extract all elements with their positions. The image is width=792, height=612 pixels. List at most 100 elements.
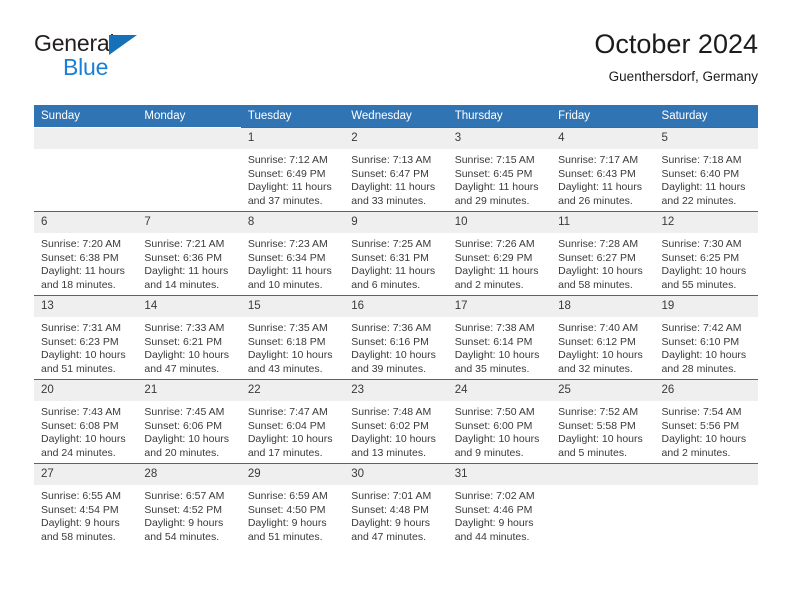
- day-number: 19: [654, 296, 758, 317]
- day-number: 28: [137, 464, 241, 485]
- calendar-empty-cell: [34, 127, 138, 212]
- day-details: Sunrise: 7:01 AM Sunset: 4:48 PM Daylight:…: [344, 485, 447, 544]
- sunrise-text: Sunrise: 7:02 AM: [454, 490, 535, 502]
- sunset-text: Sunset: 6:10 PM: [661, 335, 740, 348]
- sunrise-text: Sunrise: 7:17 AM: [558, 154, 639, 166]
- calendar-day-cell[interactable]: 15 Sunrise: 7:35 AM Sunset: 6:18 PM Dayligh…: [240, 295, 345, 380]
- sunrise-text: Sunrise: 7:31 AM: [41, 322, 121, 334]
- daylight-text-line1: Daylight: 11 hours: [558, 181, 642, 194]
- sunset-text: Sunset: 6:18 PM: [247, 335, 326, 348]
- calendar-day-cell[interactable]: 1 Sunrise: 7:12 AM Sunset: 6:49 PM Daylight…: [240, 127, 345, 212]
- sunrise-text: Sunrise: 7:12 AM: [247, 154, 328, 166]
- day-number: 13: [34, 296, 138, 317]
- daylight-text-line2: and 39 minutes.: [351, 362, 426, 375]
- sunrise-text: Sunrise: 6:55 AM: [41, 490, 121, 502]
- day-number: 14: [137, 296, 241, 317]
- calendar-day-cell[interactable]: 14 Sunrise: 7:33 AM Sunset: 6:21 PM Dayligh…: [137, 295, 241, 380]
- calendar-day-cell[interactable]: 23 Sunrise: 7:48 AM Sunset: 6:02 PM Dayligh…: [344, 379, 448, 464]
- logo-triangle-icon: [109, 35, 137, 55]
- calendar-week-row: 20 Sunrise: 7:43 AM Sunset: 6:08 PM Dayligh…: [34, 379, 758, 464]
- sunrise-text: Sunrise: 7:23 AM: [247, 238, 328, 250]
- calendar-day-cell[interactable]: 17 Sunrise: 7:38 AM Sunset: 6:14 PM Dayligh…: [447, 295, 552, 380]
- daylight-text-line1: Daylight: 10 hours: [661, 349, 747, 362]
- calendar-day-cell[interactable]: 12 Sunrise: 7:30 AM Sunset: 6:25 PM Dayligh…: [654, 211, 758, 296]
- calendar-day-cell[interactable]: 26 Sunrise: 7:54 AM Sunset: 5:56 PM Dayligh…: [654, 379, 758, 464]
- calendar-day-cell[interactable]: 5 Sunrise: 7:18 AM Sunset: 6:40 PM Daylight…: [654, 127, 758, 212]
- calendar-day-cell[interactable]: 9 Sunrise: 7:25 AM Sunset: 6:31 PM Daylight…: [344, 211, 448, 296]
- calendar-day-cell[interactable]: 2 Sunrise: 7:13 AM Sunset: 6:47 PM Daylight…: [344, 127, 448, 212]
- sunrise-text: Sunrise: 7:48 AM: [351, 406, 432, 418]
- sunset-text: Sunset: 6:08 PM: [41, 419, 119, 432]
- sunrise-text: Sunrise: 7:28 AM: [558, 238, 639, 250]
- page-header: General Blue October 2024 Guenthersdorf,…: [34, 28, 758, 98]
- calendar-day-cell[interactable]: 18 Sunrise: 7:40 AM Sunset: 6:12 PM Dayligh…: [551, 295, 655, 380]
- daylight-text-line2: and 10 minutes.: [247, 278, 323, 291]
- calendar-day-cell[interactable]: 20 Sunrise: 7:43 AM Sunset: 6:08 PM Dayligh…: [34, 379, 138, 464]
- daylight-text-line2: and 22 minutes.: [661, 194, 737, 207]
- daylight-text-line2: and 47 minutes.: [351, 530, 426, 543]
- daylight-text-line1: Daylight: 9 hours: [41, 517, 120, 530]
- calendar-day-cell[interactable]: 13 Sunrise: 7:31 AM Sunset: 6:23 PM Dayligh…: [34, 295, 138, 380]
- day-details: Sunrise: 7:02 AM Sunset: 4:46 PM Daylight:…: [448, 485, 551, 544]
- day-number: [34, 128, 138, 149]
- calendar-day-cell[interactable]: 3 Sunrise: 7:15 AM Sunset: 6:45 PM Daylight…: [447, 127, 552, 212]
- day-details: Sunrise: 7:43 AM Sunset: 6:08 PM Daylight:…: [34, 401, 137, 460]
- daylight-text-line1: Daylight: 11 hours: [247, 265, 332, 278]
- day-number: 23: [344, 380, 448, 401]
- calendar-day-cell[interactable]: 22 Sunrise: 7:47 AM Sunset: 6:04 PM Dayligh…: [240, 379, 345, 464]
- sunrise-text: Sunrise: 6:57 AM: [144, 490, 225, 502]
- sunset-text: Sunset: 6:06 PM: [144, 419, 223, 432]
- day-number: 10: [447, 212, 552, 233]
- calendar-day-cell[interactable]: 25 Sunrise: 7:52 AM Sunset: 5:58 PM Dayligh…: [551, 379, 655, 464]
- calendar-day-cell[interactable]: 31 Sunrise: 7:02 AM Sunset: 4:46 PM Dayligh…: [447, 463, 552, 547]
- daylight-text-line2: and 6 minutes.: [351, 278, 421, 291]
- daylight-text-line1: Daylight: 10 hours: [351, 433, 436, 446]
- calendar-day-cell[interactable]: 4 Sunrise: 7:17 AM Sunset: 6:43 PM Daylight…: [551, 127, 655, 212]
- day-details: Sunrise: 6:57 AM Sunset: 4:52 PM Daylight:…: [137, 485, 240, 544]
- sunrise-text: Sunrise: 6:59 AM: [247, 490, 328, 502]
- sunset-text: Sunset: 6:02 PM: [351, 419, 429, 432]
- day-number: [654, 464, 758, 485]
- day-details: Sunrise: 7:13 AM Sunset: 6:47 PM Daylight:…: [344, 149, 447, 208]
- general-blue-logo[interactable]: General Blue: [34, 28, 254, 90]
- day-number: 4: [551, 128, 655, 149]
- calendar-day-cell[interactable]: 21 Sunrise: 7:45 AM Sunset: 6:06 PM Dayligh…: [137, 379, 241, 464]
- sunrise-text: Sunrise: 7:15 AM: [454, 154, 535, 166]
- day-number: 22: [240, 380, 345, 401]
- sunrise-text: Sunrise: 7:40 AM: [558, 322, 639, 334]
- daylight-text-line1: Daylight: 10 hours: [661, 265, 747, 278]
- calendar-empty-cell: [654, 463, 758, 547]
- day-number: [551, 464, 655, 485]
- day-number: 30: [344, 464, 448, 485]
- calendar-day-cell[interactable]: 11 Sunrise: 7:28 AM Sunset: 6:27 PM Dayligh…: [551, 211, 655, 296]
- calendar-day-cell[interactable]: 28 Sunrise: 6:57 AM Sunset: 4:52 PM Dayligh…: [137, 463, 241, 547]
- daylight-text-line2: and 58 minutes.: [41, 530, 116, 543]
- sunset-text: Sunset: 4:46 PM: [454, 503, 533, 516]
- daylight-text-line1: Daylight: 9 hours: [144, 517, 224, 530]
- calendar-day-cell[interactable]: 24 Sunrise: 7:50 AM Sunset: 6:00 PM Dayligh…: [447, 379, 552, 464]
- sunset-text: Sunset: 6:40 PM: [661, 167, 740, 180]
- day-number: 25: [551, 380, 655, 401]
- calendar-day-cell[interactable]: 29 Sunrise: 6:59 AM Sunset: 4:50 PM Dayligh…: [240, 463, 345, 547]
- calendar-day-cell[interactable]: 27 Sunrise: 6:55 AM Sunset: 4:54 PM Dayligh…: [34, 463, 138, 547]
- title-block: October 2024 Guenthersdorf, Germany: [594, 28, 758, 86]
- daylight-text-line1: Daylight: 10 hours: [41, 433, 126, 446]
- calendar-day-cell[interactable]: 16 Sunrise: 7:36 AM Sunset: 6:16 PM Dayligh…: [344, 295, 448, 380]
- sunset-text: Sunset: 6:49 PM: [247, 167, 326, 180]
- sunrise-text: Sunrise: 7:38 AM: [454, 322, 535, 334]
- sunset-text: Sunset: 6:31 PM: [351, 251, 429, 264]
- daylight-text-line1: Daylight: 10 hours: [558, 265, 643, 278]
- sunset-text: Sunset: 6:34 PM: [247, 251, 326, 264]
- calendar-day-cell[interactable]: 7 Sunrise: 7:21 AM Sunset: 6:36 PM Daylight…: [137, 211, 241, 296]
- calendar-day-cell[interactable]: 10 Sunrise: 7:26 AM Sunset: 6:29 PM Dayligh…: [447, 211, 552, 296]
- calendar-day-cell[interactable]: 8 Sunrise: 7:23 AM Sunset: 6:34 PM Daylight…: [240, 211, 345, 296]
- day-details: Sunrise: 7:30 AM Sunset: 6:25 PM Daylight:…: [655, 233, 758, 292]
- day-number: 5: [654, 128, 758, 149]
- calendar-day-cell[interactable]: 6 Sunrise: 7:20 AM Sunset: 6:38 PM Daylight…: [34, 211, 138, 296]
- day-details: Sunrise: 7:28 AM Sunset: 6:27 PM Daylight:…: [551, 233, 654, 292]
- calendar-day-cell[interactable]: 19 Sunrise: 7:42 AM Sunset: 6:10 PM Dayligh…: [654, 295, 758, 380]
- calendar-week-row: 1 Sunrise: 7:12 AM Sunset: 6:49 PM Daylight…: [34, 127, 758, 212]
- daylight-text-line2: and 18 minutes.: [41, 278, 116, 291]
- daylight-text-line1: Daylight: 9 hours: [454, 517, 534, 530]
- calendar-day-cell[interactable]: 30 Sunrise: 7:01 AM Sunset: 4:48 PM Dayligh…: [344, 463, 448, 547]
